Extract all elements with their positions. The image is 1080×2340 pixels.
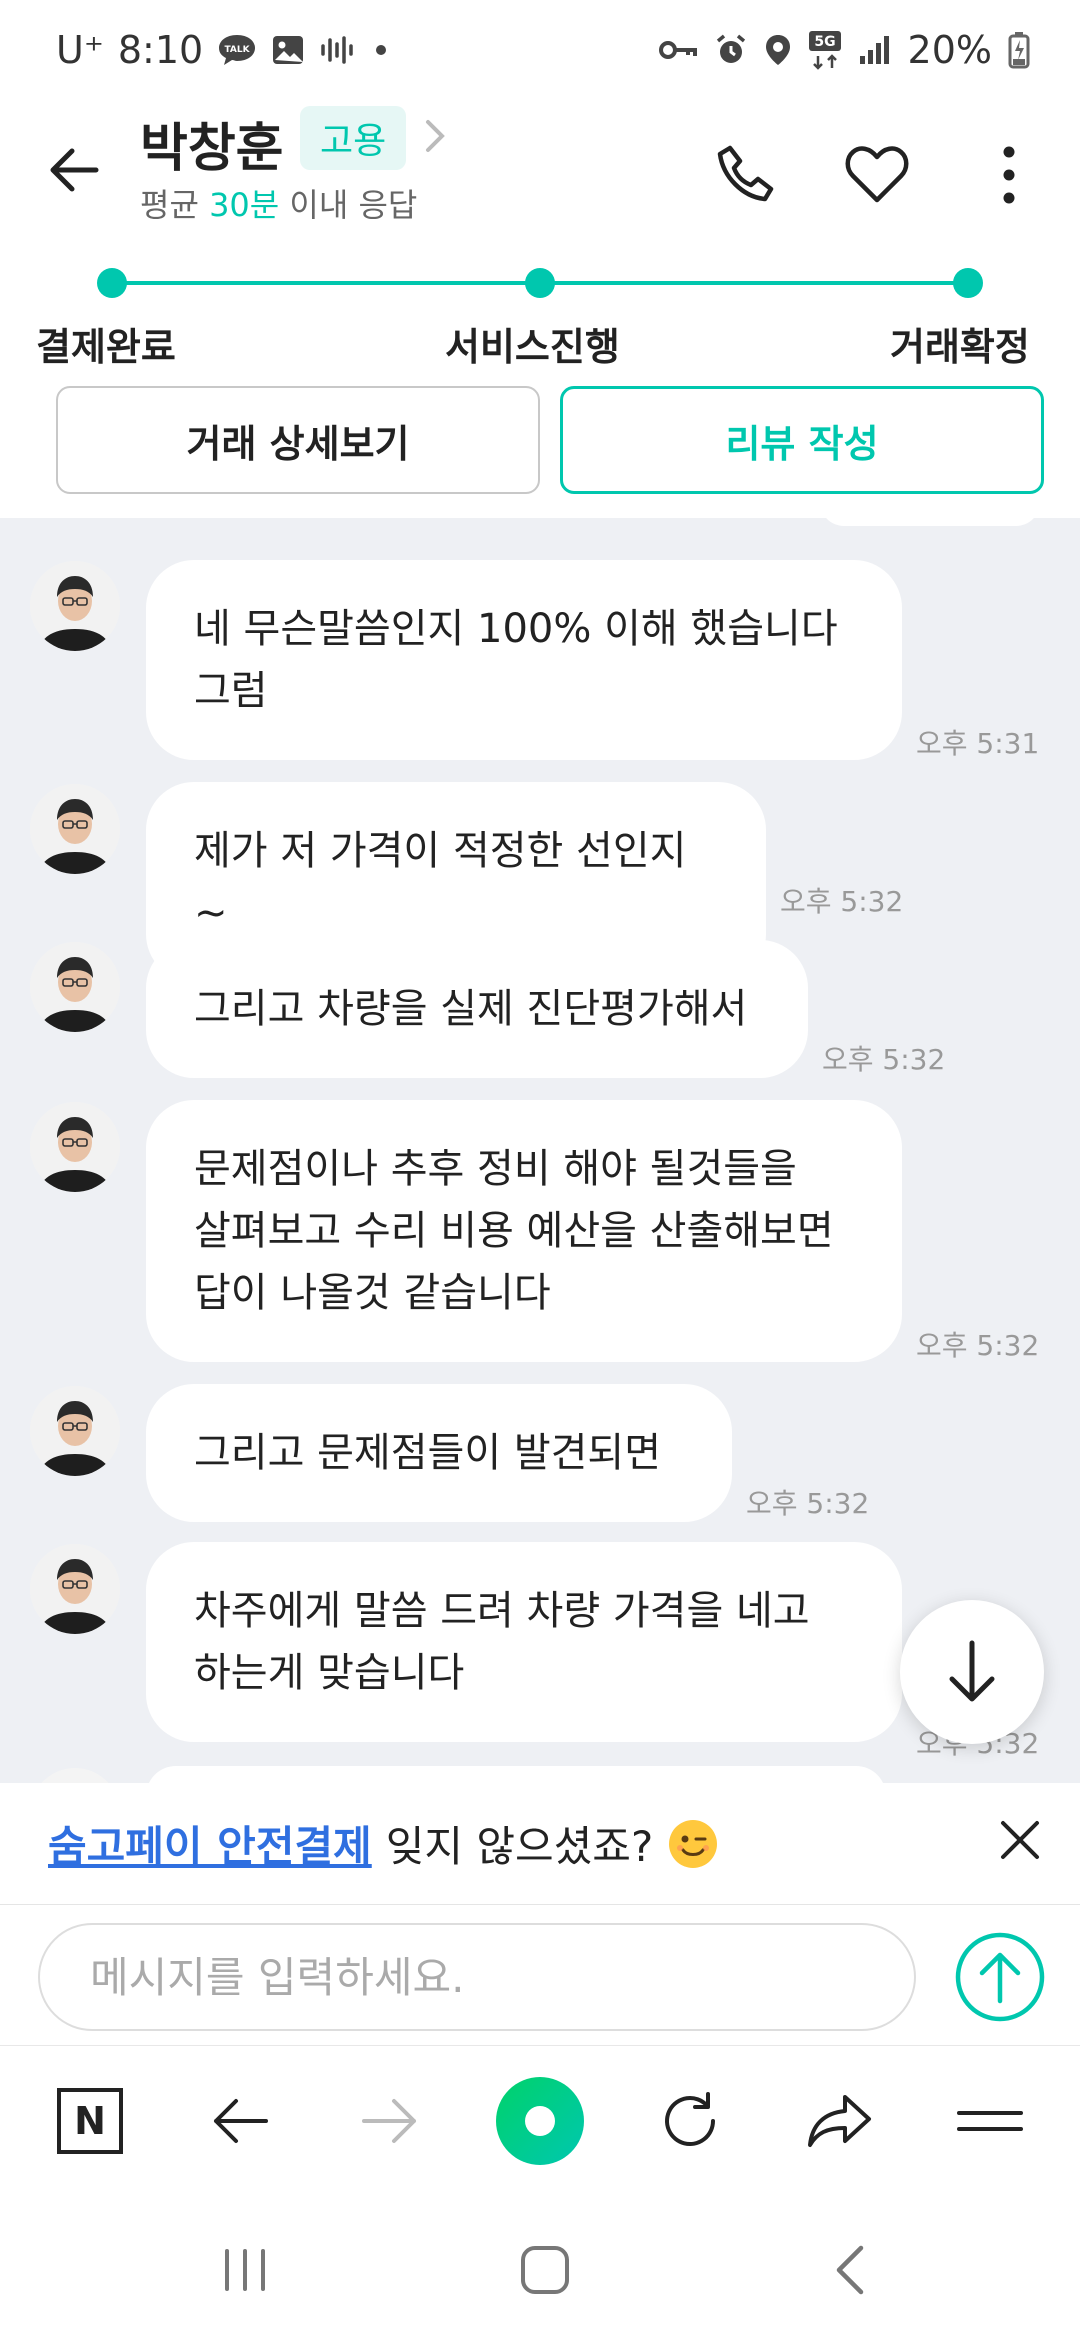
clock: 8:10	[117, 28, 204, 72]
call-button[interactable]	[700, 130, 790, 220]
close-icon	[1001, 1821, 1039, 1859]
favorite-button[interactable]	[832, 130, 922, 220]
wink-emoji-icon	[669, 1819, 718, 1868]
recent-apps-icon	[225, 2249, 265, 2291]
step-payment-complete: 결제완료	[36, 325, 176, 369]
scroll-to-bottom-button[interactable]	[900, 1600, 1044, 1744]
avatar[interactable]	[30, 561, 120, 651]
chevron-right-icon[interactable]	[420, 116, 450, 160]
svg-text:5G: 5G	[814, 34, 835, 50]
hamburger-menu-icon	[957, 2111, 1023, 2131]
browser-back-button[interactable]	[190, 2076, 290, 2166]
response-time-value: 30분	[209, 186, 280, 224]
previous-bubble-fragment	[820, 518, 1040, 526]
message-bubble[interactable]: 그리고 차량을 실제 진단평가해서	[146, 940, 808, 1078]
message-input[interactable]	[38, 1923, 916, 2031]
signal-icon	[858, 34, 892, 66]
message-bubble[interactable]: 네 무슨말씀인지 100% 이해 했습니다 그럼	[146, 560, 902, 760]
response-time: 평균 30분 이내 응답	[140, 186, 418, 224]
share-button[interactable]	[790, 2076, 890, 2166]
dot-icon	[373, 42, 389, 58]
naver-home-button[interactable]: N	[40, 2076, 140, 2166]
status-bar: U⁺ 8:10 TALK 5G 20%	[0, 0, 1080, 100]
avatar[interactable]	[30, 784, 120, 874]
transaction-progress: 결제완료 서비스진행 거래확정	[0, 250, 1080, 380]
progress-dot-1	[97, 268, 127, 298]
contact-name[interactable]: 박창훈	[140, 106, 284, 181]
message-bubble[interactable]: 차주에게 말씀 드려 차량 가격을 네고 하는게 맞습니다	[146, 1542, 902, 1742]
message-time: 오후 5:32	[780, 885, 904, 918]
refresh-button[interactable]	[640, 2076, 740, 2166]
step-service-progress: 서비스진행	[445, 325, 620, 369]
arrow-down-icon	[949, 1640, 995, 1702]
hire-badge: 고용	[300, 106, 407, 170]
message-time: 오후 5:32	[822, 1043, 946, 1076]
carrier-label: U⁺	[56, 28, 104, 72]
close-banner-button[interactable]	[990, 1810, 1050, 1870]
arrow-left-icon	[214, 2099, 268, 2143]
write-review-button[interactable]: 리뷰 작성	[560, 386, 1044, 494]
recent-apps-button[interactable]	[200, 2235, 290, 2305]
svg-text:N: N	[74, 2099, 106, 2143]
chat-area[interactable]: 네 무슨말씀인지 100% 이해 했습니다 그럼 오후 5:31 제가 저 가격…	[0, 518, 1080, 1783]
message-time: 오후 5:31	[916, 727, 1040, 760]
naver-n-icon: N	[57, 2088, 123, 2154]
share-icon	[808, 2095, 871, 2147]
gallery-icon	[271, 34, 305, 66]
step-deal-confirmed: 거래확정	[890, 325, 1030, 369]
safe-payment-link[interactable]: 숨고페이 안전결제	[48, 1813, 372, 1874]
more-vertical-icon	[1003, 146, 1015, 204]
chevron-left-icon	[836, 2245, 864, 2295]
battery-percent: 20%	[907, 28, 992, 72]
more-button[interactable]	[964, 130, 1054, 220]
svg-text:TALK: TALK	[225, 45, 251, 55]
chat-header: 박창훈 고용 평균 30분 이내 응답	[0, 100, 1080, 250]
arrow-left-icon	[50, 148, 99, 192]
progress-dot-2	[525, 268, 555, 298]
phone-icon	[717, 145, 774, 202]
talk-notification-icon: TALK	[217, 33, 257, 67]
alarm-icon	[714, 33, 748, 67]
message-composer	[0, 1905, 1080, 2045]
back-button[interactable]	[34, 130, 114, 210]
avatar[interactable]	[30, 942, 120, 1032]
message-time: 오후 5:32	[916, 1329, 1040, 1362]
safe-payment-banner: 숨고페이 안전결제 잊지 않으셨죠?	[0, 1783, 1080, 1905]
system-nav-bar	[0, 2195, 1080, 2340]
send-arrow-up-icon	[955, 1932, 1045, 2022]
location-icon	[764, 33, 792, 67]
message-bubble[interactable]: 문제점이나 추후 정비 해야 될것들을 살펴보고 수리 비용 예산을 산출해보면…	[146, 1100, 902, 1362]
battery-charging-icon	[1008, 31, 1030, 69]
browser-forward-button[interactable]	[340, 2076, 440, 2166]
avatar[interactable]	[30, 1102, 120, 1192]
send-button[interactable]	[952, 1929, 1048, 2025]
network-5g-icon: 5G	[808, 30, 842, 70]
avatar[interactable]	[30, 1544, 120, 1634]
home-button[interactable]	[500, 2235, 590, 2305]
browser-menu-button[interactable]	[940, 2076, 1040, 2166]
audio-wave-icon	[319, 34, 359, 66]
refresh-icon	[665, 2092, 715, 2147]
next-bubble-fragment	[146, 1766, 886, 1783]
avatar[interactable]	[30, 1386, 120, 1476]
deal-detail-button[interactable]: 거래 상세보기	[56, 386, 540, 494]
vpn-key-icon	[658, 35, 698, 65]
progress-dot-3	[953, 268, 983, 298]
heart-icon	[845, 146, 909, 203]
green-dot-button[interactable]	[490, 2076, 590, 2166]
green-dot-icon	[496, 2077, 584, 2165]
banner-text: 잊지 않으셨죠?	[385, 1822, 654, 1871]
arrow-right-icon	[362, 2099, 416, 2143]
message-time: 오후 5:32	[746, 1487, 870, 1520]
avatar	[30, 1768, 120, 1783]
system-back-button[interactable]	[805, 2235, 895, 2305]
browser-toolbar: N	[0, 2045, 1080, 2195]
home-icon	[521, 2246, 569, 2294]
message-bubble[interactable]: 그리고 문제점들이 발견되면	[146, 1384, 732, 1522]
